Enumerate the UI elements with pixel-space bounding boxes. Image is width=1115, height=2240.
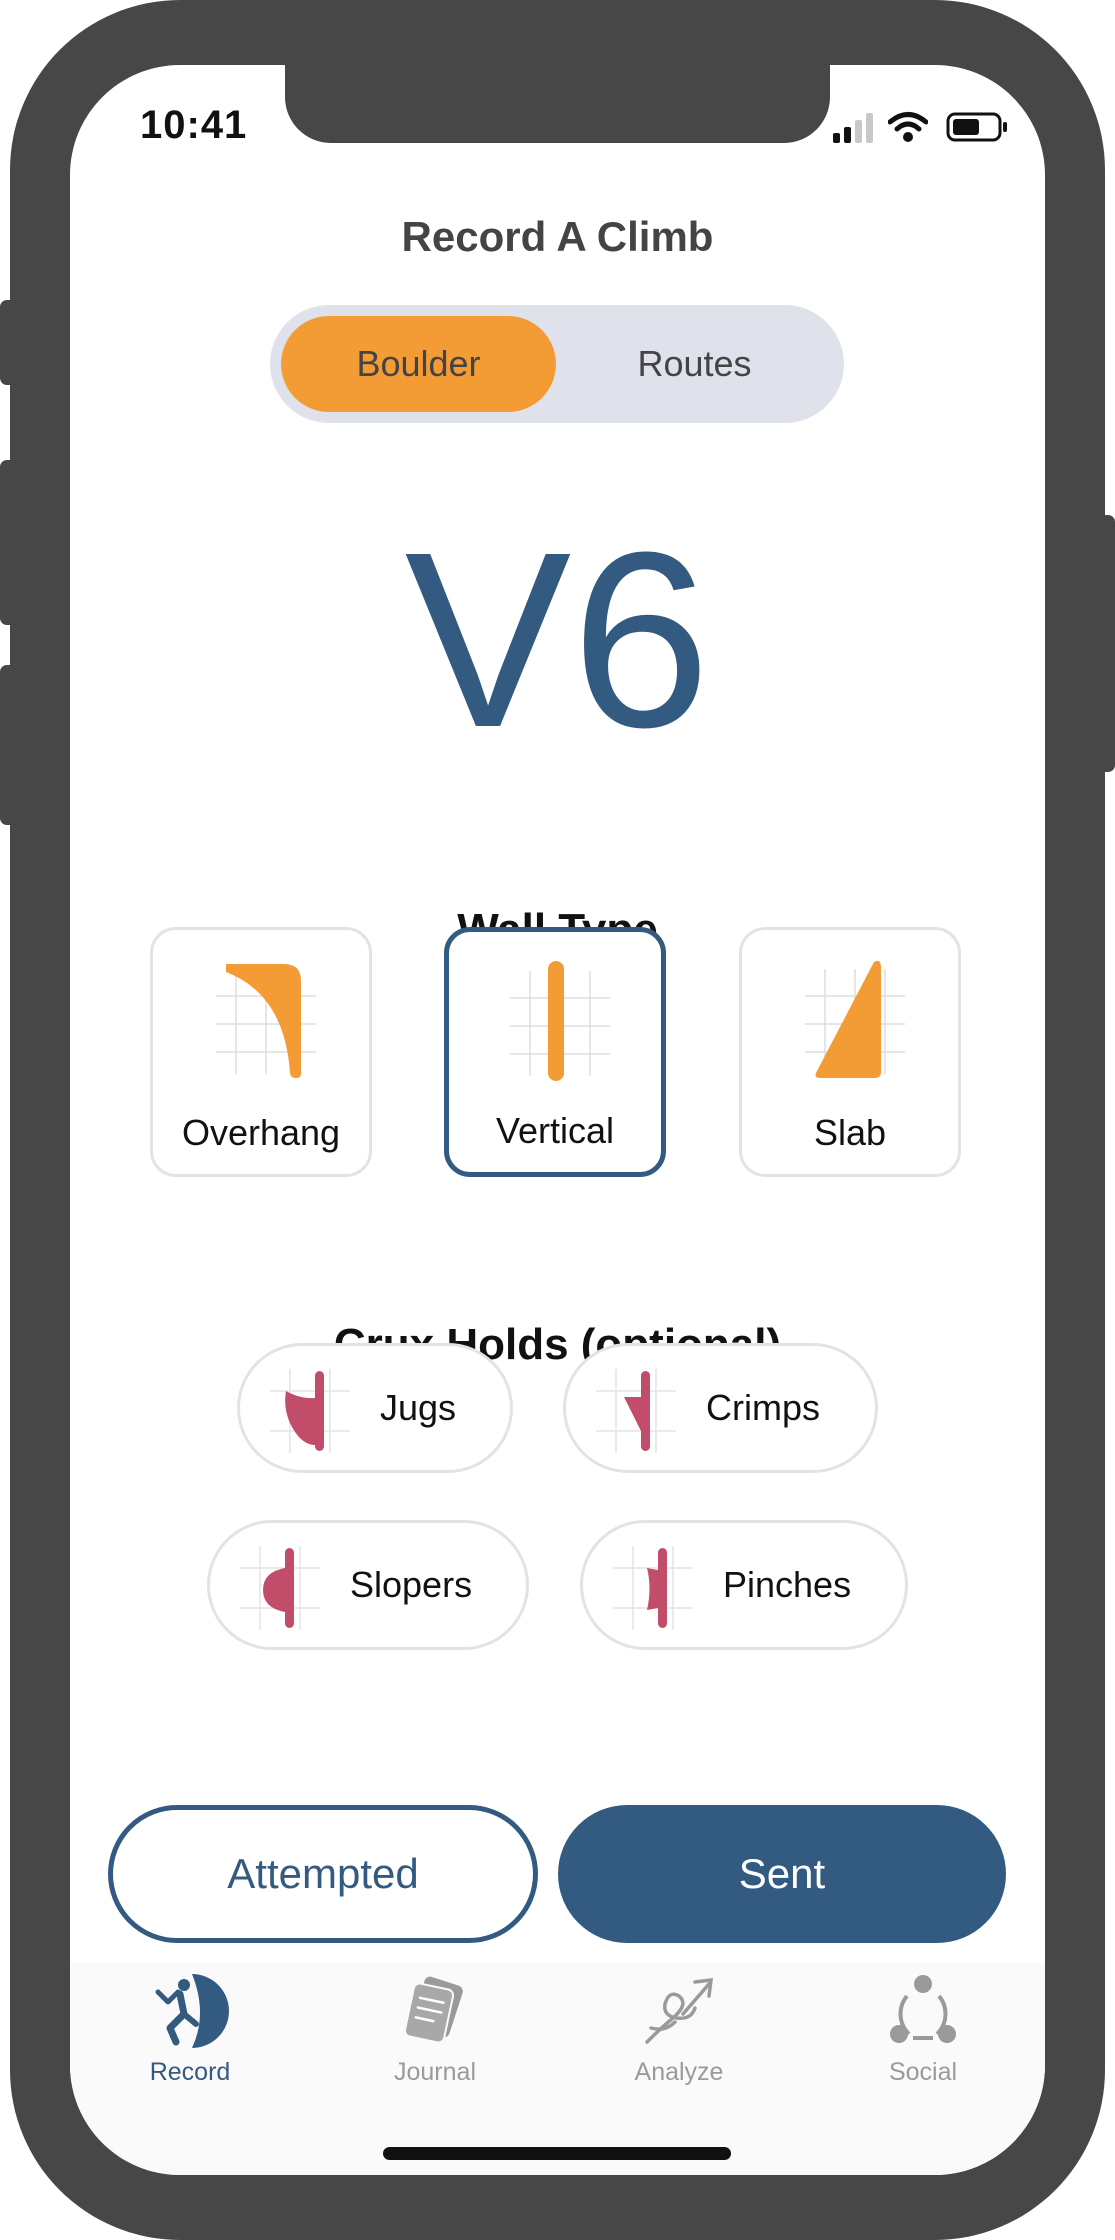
mute-switch <box>0 300 14 385</box>
battery-icon <box>946 112 1007 142</box>
hold-label: Jugs <box>380 1387 457 1428</box>
jug-icon <box>270 1369 350 1453</box>
attempted-button[interactable]: Attempted <box>108 1805 538 1943</box>
segment-routes[interactable]: Routes <box>556 316 833 412</box>
phone-screen: 10:41 Record A Climb Boulder Routes V6 W… <box>70 65 1045 2175</box>
hold-jugs[interactable]: Jugs <box>237 1343 513 1473</box>
crimp-icon <box>596 1369 676 1453</box>
knot-icon <box>645 1977 714 2044</box>
tab-analyze[interactable]: Analyze <box>589 1970 769 2100</box>
tab-label: Journal <box>394 2058 476 2086</box>
pinch-icon <box>613 1546 693 1630</box>
segment-boulder[interactable]: Boulder <box>281 316 556 412</box>
slab-icon <box>805 960 905 1078</box>
hold-pinches[interactable]: Pinches <box>580 1520 908 1650</box>
wall-type-label: Slab <box>813 1112 887 1153</box>
overhang-icon <box>216 964 316 1078</box>
hold-crimps[interactable]: Crimps <box>563 1343 878 1473</box>
tab-record[interactable]: Record <box>100 1970 280 2100</box>
tab-social[interactable]: Social <box>833 1970 1013 2100</box>
hold-label: Slopers <box>350 1564 473 1605</box>
hold-label: Crimps <box>706 1387 820 1428</box>
tab-label: Social <box>888 2058 958 2086</box>
hold-label: Pinches <box>723 1564 852 1605</box>
climber-icon <box>155 1974 229 2048</box>
wifi-icon <box>888 112 928 142</box>
hold-slopers[interactable]: Slopers <box>207 1520 529 1650</box>
volume-down-button <box>0 665 14 825</box>
wall-type-slab[interactable]: Slab <box>739 927 961 1177</box>
sloper-icon <box>240 1546 320 1630</box>
wall-type-vertical[interactable]: Vertical <box>444 927 666 1177</box>
signal-icon <box>833 113 873 143</box>
volume-up-button <box>0 460 14 625</box>
social-network-icon <box>890 1975 956 2043</box>
wall-type-label: Overhang <box>181 1112 341 1153</box>
sent-button[interactable]: Sent <box>558 1805 1006 1943</box>
tab-journal[interactable]: Journal <box>345 1970 525 2100</box>
tab-label: Analyze <box>634 2058 724 2086</box>
tab-label: Record <box>149 2058 231 2086</box>
journal-icon <box>403 1976 463 2044</box>
wall-type-label: Vertical <box>495 1110 615 1151</box>
vertical-icon <box>510 961 610 1081</box>
home-indicator[interactable] <box>383 2147 731 2160</box>
power-button <box>1100 515 1115 772</box>
crux-holds-heading: Crux Holds (optional) <box>333 1320 782 1369</box>
wall-type-overhang[interactable]: Overhang <box>150 927 372 1177</box>
grade-value[interactable]: V6 <box>70 510 1045 770</box>
notch <box>285 65 830 143</box>
page-title: Record A Climb <box>401 213 714 260</box>
status-time: 10:41 <box>140 103 248 147</box>
